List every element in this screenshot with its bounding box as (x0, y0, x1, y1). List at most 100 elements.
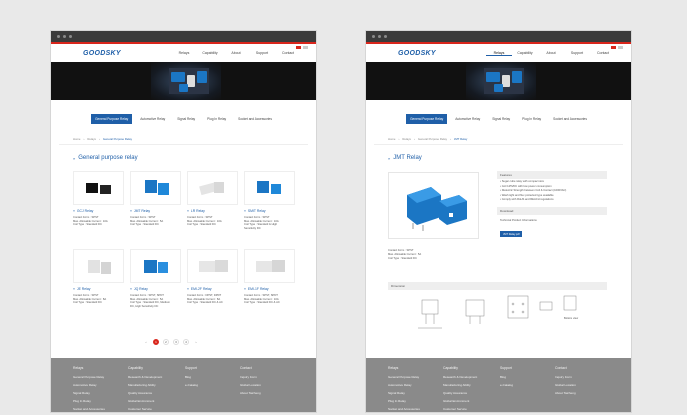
site-logo[interactable]: GOODSKY (398, 50, 436, 57)
footer-link[interactable]: e-Catalog (185, 383, 198, 387)
language-switch[interactable] (611, 46, 623, 49)
footer-link[interactable]: Research & Development (128, 375, 162, 379)
footer-link[interactable]: Research & Development (443, 375, 477, 379)
product-name[interactable]: SMIT Relay (248, 209, 266, 213)
product-card[interactable]: » LR Relay Contact Form : SPST Max. Allowa… (187, 171, 240, 249)
footer-link[interactable]: Customer Service (128, 407, 162, 411)
tab-plug-in[interactable]: Plug In Relay (518, 114, 545, 124)
footer-link[interactable]: Global Location (555, 383, 576, 387)
window-dot[interactable] (378, 35, 381, 38)
page-button[interactable]: 3 (173, 339, 179, 345)
flag-icon[interactable] (611, 46, 616, 49)
footer-link[interactable]: Socket and Accessories (388, 407, 420, 411)
footer-link[interactable]: Quality Assurance (128, 391, 162, 395)
nav-contact[interactable]: Contact (275, 51, 301, 55)
crumb-home[interactable]: Home (388, 137, 395, 141)
flag-icon[interactable] (296, 46, 301, 49)
product-image[interactable] (244, 249, 295, 283)
download-pdf-button[interactable]: JMT Relay.pdf (500, 231, 523, 238)
page-button[interactable]: 1 (153, 339, 159, 345)
window-dot[interactable] (69, 35, 72, 38)
nav-relays[interactable]: Relays (171, 51, 197, 55)
page-button[interactable]: 2 (163, 339, 169, 345)
footer-link[interactable]: Global Location (240, 383, 261, 387)
tab-automotive[interactable]: Automotive Relay (451, 114, 484, 124)
footer-link[interactable]: About Taicheng (240, 391, 261, 395)
nav-support[interactable]: Support (249, 51, 275, 55)
tab-plug-in[interactable]: Plug In Relay (203, 114, 230, 124)
nav-support[interactable]: Support (564, 51, 590, 56)
footer-link[interactable]: Blog (185, 375, 198, 379)
footer-link[interactable]: Automotive Relay (73, 383, 105, 387)
product-name[interactable]: JQ Relay (134, 287, 148, 291)
footer-link[interactable]: Plug In Relay (388, 399, 420, 403)
crumb-home[interactable]: Home (73, 137, 80, 141)
footer-link[interactable]: Global Environment (128, 399, 162, 403)
window-dot[interactable] (57, 35, 60, 38)
flag-icon[interactable] (618, 46, 623, 49)
product-image[interactable] (130, 171, 181, 205)
language-switch[interactable] (296, 46, 308, 49)
product-name[interactable]: EMI-2F Relay (191, 287, 212, 291)
product-image[interactable] (187, 249, 238, 283)
footer-link[interactable]: About Taicheng (555, 391, 576, 395)
tab-signal[interactable]: Signal Relay (173, 114, 199, 124)
window-dot[interactable] (372, 35, 375, 38)
footer-link[interactable]: Inquiry Form (555, 375, 576, 379)
product-image[interactable] (244, 171, 295, 205)
product-name[interactable]: EMI-1F Relay (248, 287, 269, 291)
nav-contact[interactable]: Contact (590, 51, 616, 56)
footer-link[interactable]: Customer Service (443, 407, 477, 411)
footer-link[interactable]: General Purpose Relay (388, 375, 420, 379)
prev-page-button[interactable]: ‹ (143, 339, 149, 345)
footer-link[interactable]: Plug In Relay (73, 399, 105, 403)
window-dot[interactable] (63, 35, 66, 38)
product-name[interactable]: LR Relay (191, 209, 205, 213)
tab-socket[interactable]: Socket and Accessories (234, 114, 276, 124)
tab-socket[interactable]: Socket and Accessories (549, 114, 591, 124)
product-card[interactable]: » EMI-2F Relay Contact Form : DPST, DPDT M… (187, 249, 240, 327)
crumb-category[interactable]: General Purpose Relay (418, 137, 447, 141)
nav-capability[interactable]: Capability (512, 51, 538, 56)
product-card[interactable]: » JE Relay Contact Form : SPST Max. Allowa… (73, 249, 126, 327)
site-logo[interactable]: GOODSKY (83, 50, 121, 57)
page-button[interactable]: 4 (183, 339, 189, 345)
product-image[interactable] (187, 171, 238, 205)
product-name[interactable]: JE Relay (77, 287, 91, 291)
footer-link[interactable]: Signal Relay (73, 391, 105, 395)
tab-signal[interactable]: Signal Relay (488, 114, 514, 124)
nav-relays[interactable]: Relays (486, 51, 512, 56)
product-card[interactable]: » EMI-1F Relay Contact Form : SPST, SPDT M… (244, 249, 297, 327)
footer-link[interactable]: Global Environment (443, 399, 477, 403)
flag-icon[interactable] (303, 46, 308, 49)
product-image[interactable] (73, 171, 124, 205)
tab-general-purpose[interactable]: General Purpose Relay (406, 114, 448, 124)
footer-link[interactable]: Socket and Accessories (73, 407, 105, 411)
window-dot[interactable] (384, 35, 387, 38)
footer-link[interactable]: Inquiry Form (240, 375, 261, 379)
product-name[interactable]: GCJ Relay (77, 209, 93, 213)
nav-about[interactable]: About (538, 51, 564, 56)
product-image[interactable] (73, 249, 124, 283)
footer-link[interactable]: Manufacturing Ability (128, 383, 162, 387)
product-image[interactable] (130, 249, 181, 283)
nav-about[interactable]: About (223, 51, 249, 55)
footer-link[interactable]: Automotive Relay (388, 383, 420, 387)
tab-general-purpose[interactable]: General Purpose Relay (91, 114, 133, 124)
product-card[interactable]: » SMIT Relay Contact Form : SPST Max. Allo… (244, 171, 297, 249)
product-card[interactable]: » JQ Relay Contact Form : SPST, SPDT Max. … (130, 249, 183, 327)
tab-automotive[interactable]: Automotive Relay (136, 114, 169, 124)
footer-link[interactable]: Signal Relay (388, 391, 420, 395)
product-name[interactable]: JMT Relay (134, 209, 150, 213)
footer-link[interactable]: General Purpose Relay (73, 375, 105, 379)
crumb-relays[interactable]: Relays (87, 137, 96, 141)
footer-link[interactable]: e-Catalog (500, 383, 513, 387)
nav-capability[interactable]: Capability (197, 51, 223, 55)
next-page-button[interactable]: › (193, 339, 199, 345)
product-card[interactable]: » GCJ Relay Contact Form : SPST Max. Allow… (73, 171, 126, 249)
product-card[interactable]: » JMT Relay Contact Form : SPST Max. Allow… (130, 171, 183, 249)
crumb-relays[interactable]: Relays (402, 137, 411, 141)
footer-link[interactable]: Manufacturing Ability (443, 383, 477, 387)
footer-link[interactable]: Quality Assurance (443, 391, 477, 395)
footer-link[interactable]: Blog (500, 375, 513, 379)
